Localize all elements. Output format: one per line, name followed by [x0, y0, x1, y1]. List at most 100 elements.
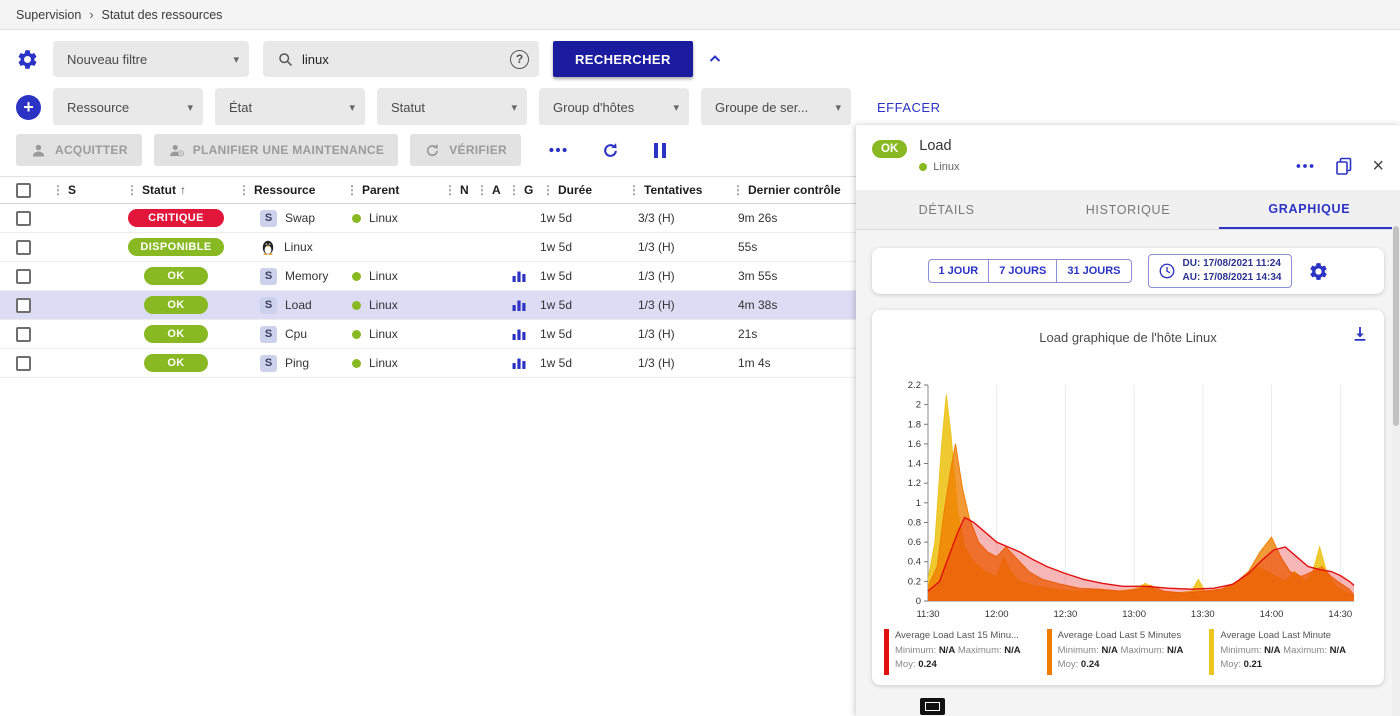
- more-actions-icon[interactable]: [547, 139, 569, 161]
- period-button-2[interactable]: 31 JOURS: [1057, 259, 1131, 283]
- column-drag-handle[interactable]: ⋮: [52, 183, 64, 197]
- column-header-label[interactable]: Statut: [142, 183, 176, 197]
- column-header-label[interactable]: Durée: [558, 183, 592, 197]
- column-header-label[interactable]: S: [68, 183, 76, 197]
- panel-scrollbar[interactable]: [1392, 190, 1400, 716]
- pause-icon[interactable]: [654, 143, 667, 158]
- graph-icon[interactable]: [511, 355, 527, 371]
- criteria-dropdown-0[interactable]: Ressource▾: [53, 88, 203, 126]
- resource-row-memory[interactable]: OKSMemoryLinux1w 5d1/3 (H)3m 55s: [0, 262, 856, 291]
- chevron-down-icon: ▾: [233, 53, 239, 66]
- cell-duration: 1w 5d: [536, 349, 622, 377]
- criteria-dropdown-3[interactable]: Group d'hôtes▾: [539, 88, 689, 126]
- legend-item[interactable]: Average Load Last MinuteMinimum: N/A Max…: [1209, 629, 1372, 675]
- svg-text:11:30: 11:30: [916, 609, 939, 620]
- criteria-dropdown-1[interactable]: État▾: [215, 88, 365, 126]
- column-header-label[interactable]: Ressource: [254, 183, 315, 197]
- column-drag-handle[interactable]: ⋮: [542, 183, 554, 197]
- resource-row-swap[interactable]: CRITIQUESSwapLinux1w 5d3/3 (H)9m 26s: [0, 204, 856, 233]
- cell-duration: 1w 5d: [536, 204, 622, 232]
- svg-text:13:00: 13:00: [1122, 609, 1146, 620]
- fullscreen-icon[interactable]: [920, 698, 945, 715]
- breadcrumb-item[interactable]: Supervision: [16, 8, 81, 22]
- parent-name: Linux: [369, 327, 398, 341]
- status-pill: CRITIQUE: [128, 209, 224, 227]
- row-checkbox[interactable]: [16, 269, 31, 284]
- add-criteria-icon[interactable]: +: [16, 95, 41, 120]
- graph-icon[interactable]: [511, 326, 527, 342]
- panel-body: 1 JOUR7 JOURS31 JOURS DU: 17/08/2021 11:…: [856, 230, 1400, 716]
- column-drag-handle[interactable]: ⋮: [346, 183, 358, 197]
- column-drag-handle[interactable]: ⋮: [732, 183, 744, 197]
- column-header-label[interactable]: G: [524, 183, 533, 197]
- legend-item[interactable]: Average Load Last 5 MinutesMinimum: N/A …: [1047, 629, 1210, 675]
- graph-title: Load graphique de l'hôte Linux: [884, 330, 1372, 345]
- column-drag-handle[interactable]: ⋮: [126, 183, 138, 197]
- graph-icon[interactable]: [511, 297, 527, 313]
- row-checkbox[interactable]: [16, 356, 31, 371]
- parent-name: Linux: [369, 269, 398, 283]
- date-range-picker[interactable]: DU: 17/08/2021 11:24 AU: 17/08/2021 14:3…: [1148, 254, 1292, 288]
- search-input[interactable]: [302, 52, 502, 67]
- column-drag-handle[interactable]: ⋮: [444, 183, 456, 197]
- column-drag-handle[interactable]: ⋮: [508, 183, 520, 197]
- search-button[interactable]: RECHERCHER: [553, 41, 693, 77]
- scrollbar-thumb[interactable]: [1393, 226, 1399, 426]
- download-graph-icon[interactable]: [1350, 324, 1370, 344]
- row-checkbox[interactable]: [16, 327, 31, 342]
- row-checkbox[interactable]: [16, 211, 31, 226]
- column-header-label[interactable]: N: [460, 183, 469, 197]
- tab-historique[interactable]: HISTORIQUE: [1037, 190, 1218, 229]
- breadcrumb-item[interactable]: Statut des ressources: [102, 8, 223, 22]
- service-type-icon: S: [260, 355, 277, 372]
- svg-text:1.6: 1.6: [908, 439, 921, 450]
- resource-row-ping[interactable]: OKSPingLinux1w 5d1/3 (H)1m 4s: [0, 349, 856, 378]
- select-all-checkbox[interactable]: [16, 183, 31, 198]
- parent-status-dot: [352, 301, 361, 310]
- person-icon: [30, 142, 47, 159]
- column-header-label[interactable]: Dernier contrôle: [748, 183, 841, 197]
- column-drag-handle[interactable]: ⋮: [628, 183, 640, 197]
- period-button-1[interactable]: 7 JOURS: [989, 259, 1057, 283]
- saved-filter-select[interactable]: Nouveau filtre ▾: [53, 41, 249, 77]
- criteria-dropdown-4[interactable]: Groupe de ser...▾: [701, 88, 851, 126]
- column-drag-handle[interactable]: ⋮: [476, 183, 488, 197]
- settings-gear-icon[interactable]: [16, 48, 39, 71]
- resource-row-linux[interactable]: DISPONIBLELinux1w 5d1/3 (H)55s: [0, 233, 856, 262]
- collapse-filters-icon[interactable]: [707, 51, 723, 67]
- status-pill: OK: [144, 325, 208, 343]
- resource-row-cpu[interactable]: OKSCpuLinux1w 5d1/3 (H)21s: [0, 320, 856, 349]
- svg-text:1.8: 1.8: [908, 419, 921, 430]
- clear-filters-link[interactable]: EFFACER: [877, 100, 940, 115]
- row-checkbox[interactable]: [16, 298, 31, 313]
- refresh-icon[interactable]: [601, 141, 620, 160]
- cell-tries: 1/3 (H): [622, 262, 726, 290]
- resource-row-load[interactable]: OKSLoadLinux1w 5d1/3 (H)4m 38s: [0, 291, 856, 320]
- downtime-button[interactable]: PLANIFIER UNE MAINTENANCE: [154, 134, 399, 166]
- sort-asc-icon[interactable]: ↑: [180, 183, 186, 197]
- column-header-label[interactable]: Parent: [362, 183, 399, 197]
- graph-icon[interactable]: [511, 268, 527, 284]
- graph-settings-gear-icon[interactable]: [1308, 261, 1329, 282]
- acknowledge-button[interactable]: ACQUITTER: [16, 134, 142, 166]
- resource-name: Cpu: [285, 327, 307, 341]
- column-header-label[interactable]: Tentatives: [644, 183, 702, 197]
- close-panel-icon[interactable]: ×: [1372, 156, 1384, 176]
- parent-name: Linux: [369, 356, 398, 370]
- actions-toolbar: ACQUITTER PLANIFIER UNE MAINTENANCE VÉRI…: [0, 125, 856, 176]
- criteria-dropdown-2[interactable]: Statut▾: [377, 88, 527, 126]
- row-checkbox[interactable]: [16, 240, 31, 255]
- column-header-label[interactable]: A: [492, 183, 501, 197]
- panel-more-icon[interactable]: [1294, 155, 1316, 177]
- period-button-0[interactable]: 1 JOUR: [928, 259, 990, 283]
- criteria-label: État: [229, 100, 252, 115]
- panel-parent-name: Linux: [933, 161, 959, 173]
- column-drag-handle[interactable]: ⋮: [238, 183, 250, 197]
- legend-item[interactable]: Average Load Last 15 Minu...Minimum: N/A…: [884, 629, 1047, 675]
- tab-dtails[interactable]: DÉTAILS: [856, 190, 1037, 229]
- copy-link-icon[interactable]: [1334, 156, 1354, 176]
- tab-graphique[interactable]: GRAPHIQUE: [1219, 190, 1400, 229]
- svg-text:0.8: 0.8: [908, 518, 921, 529]
- help-icon[interactable]: ?: [510, 50, 529, 69]
- check-button[interactable]: VÉRIFIER: [410, 134, 521, 166]
